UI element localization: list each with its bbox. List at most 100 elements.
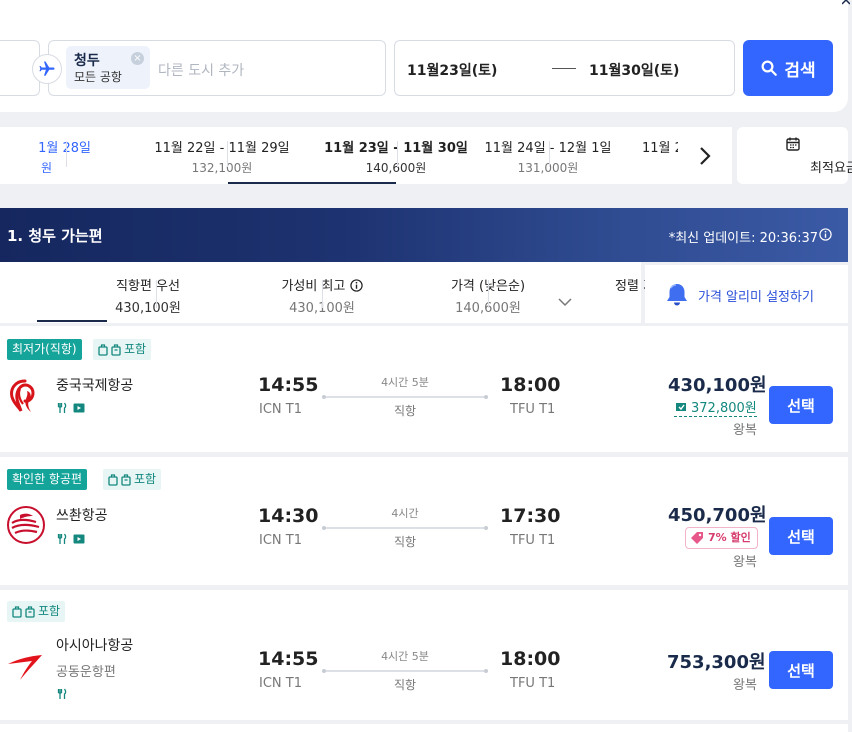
next-dates-button[interactable]	[678, 127, 732, 184]
remove-city-icon[interactable]: ×	[131, 52, 144, 65]
tab-divider	[549, 141, 550, 167]
date-separator	[552, 68, 576, 69]
viewed-flight-badge: 확인한 항공편	[7, 469, 88, 490]
chevron-right-icon	[700, 146, 711, 165]
roundtrip-label: 왕복	[733, 555, 757, 570]
arrival-time: 17:30	[500, 505, 561, 527]
select-label: 선택	[787, 527, 815, 546]
flight-card-peek	[0, 724, 848, 732]
search-icon	[761, 60, 778, 76]
carry-on-bag-icon	[12, 605, 22, 618]
add-city-input[interactable]: 다른 도시 추가	[158, 60, 244, 80]
cheapest-fare-button[interactable]: 최적요금 찾기	[737, 127, 852, 184]
flight-path-line	[322, 669, 488, 673]
member-price-value: 372,800원	[691, 401, 757, 416]
baggage-label: 포함	[134, 472, 157, 486]
calendar-icon	[786, 137, 800, 151]
airline-name: 쓰촨항공	[56, 508, 108, 524]
baggage-label: 포함	[38, 604, 61, 618]
sichuan-airlines-logo	[7, 506, 45, 544]
outbound-banner: 1. 청두 가는편 *최신 업데이트: 20:36:37	[0, 208, 848, 262]
depart-date[interactable]: 11월23일(토)	[407, 60, 497, 80]
arrival-time: 18:00	[500, 374, 561, 396]
meal-icon	[57, 688, 67, 699]
select-button[interactable]: 선택	[769, 517, 833, 555]
date-tabs: 1월 28일 원 11월 22일 - 11월 29일 132,100원 11월 …	[0, 127, 732, 184]
fare-price: 753,300원	[667, 652, 766, 673]
date-tab-2[interactable]: 11월 23일 - 11월 30일 140,600원	[228, 127, 468, 184]
info-icon[interactable]	[819, 228, 832, 241]
sort-criteria-dropdown[interactable]: 정렬 기준	[488, 262, 667, 323]
banner-title: 1. 청두 가는편	[7, 227, 103, 245]
select-label: 선택	[787, 661, 815, 680]
sort-divider	[156, 280, 157, 308]
arrival-time: 18:00	[500, 648, 561, 670]
select-label: 선택	[787, 396, 815, 415]
flight-card[interactable]: 최저가(직항) 포함 중국국제항공 14:55 ICN T1 4시간 5분 직항…	[0, 326, 848, 452]
carry-on-bag-icon	[108, 473, 118, 486]
departure-airport: ICN T1	[259, 676, 302, 691]
departure-time: 14:30	[258, 505, 319, 527]
codeshare-label: 공동운항편	[56, 665, 116, 680]
departure-airport: ICN T1	[259, 402, 302, 417]
select-button[interactable]: 선택	[769, 651, 833, 689]
cheapest-fare-label: 최적요금 찾기	[810, 161, 852, 176]
flight-card[interactable]: 확인한 항공편 포함 쓰촨항공 14:30 ICN T1 4시간 직항 17:3…	[0, 457, 848, 585]
corner-chevron-icon	[842, 0, 850, 5]
airline-name: 중국국제항공	[56, 378, 134, 394]
member-tag-icon	[676, 402, 686, 411]
price-alert-button[interactable]: 가격 알리미 설정하기	[645, 265, 848, 323]
flight-card[interactable]: 포함 아시아나항공 공동운항편 14:55 ICN T1 4시간 5분 직항 1…	[0, 590, 848, 720]
bell-icon	[667, 284, 687, 306]
amenities	[57, 688, 67, 700]
flight-duration: 4시간 5분	[381, 376, 429, 389]
date-tab-0[interactable]: 1월 28일 원	[0, 127, 91, 184]
member-price[interactable]: 372,800원	[674, 397, 757, 417]
meal-icon	[57, 533, 67, 544]
baggage-included-chip: 포함	[7, 601, 66, 622]
baggage-included-chip: 포함	[103, 469, 162, 490]
sort-bar: 직항편 우선 430,100원 가성비 최고 430,100원 가격 (낮은순)…	[0, 262, 667, 323]
select-button[interactable]: 선택	[769, 386, 833, 424]
destination-chip[interactable]: 청두 모든 공항 ×	[66, 46, 150, 89]
entertainment-icon	[73, 403, 85, 413]
arrival-airport: TFU T1	[510, 533, 556, 548]
checked-bag-icon	[121, 473, 131, 486]
flight-path-line	[322, 395, 488, 399]
chevron-down-icon	[558, 298, 572, 307]
fare-price: 450,700원	[668, 505, 767, 526]
search-label: 검색	[784, 60, 816, 81]
sort-direct-first[interactable]: 직항편 우선 430,100원	[0, 262, 181, 323]
sort-divider	[488, 280, 489, 308]
search-button[interactable]: 검색	[743, 40, 833, 96]
stops-label: 직항	[393, 535, 417, 549]
plane-icon	[32, 54, 62, 84]
amenities	[57, 533, 85, 545]
date-tab-3[interactable]: 11월 24일 - 12월 1일 131,000원	[398, 127, 612, 184]
departure-time: 14:55	[258, 648, 319, 670]
baggage-label: 포함	[124, 342, 147, 356]
price-alert-label: 가격 알리미 설정하기	[698, 290, 814, 305]
departure-airport: ICN T1	[259, 533, 302, 548]
baggage-included-chip: 포함	[93, 339, 152, 360]
discount-badge: 7% 할인	[685, 527, 758, 549]
airline-name: 아시아나항공	[56, 638, 134, 654]
asiana-logo	[8, 655, 42, 680]
sort-price-low[interactable]: 가격 (낮은순) 140,600원	[322, 262, 525, 323]
return-date[interactable]: 11월30일(토)	[589, 60, 679, 80]
sort-best-value[interactable]: 가성비 최고 430,100원	[158, 262, 363, 323]
amenities	[57, 402, 85, 414]
date-tab-1[interactable]: 11월 22일 - 11월 29일 132,100원	[72, 127, 289, 184]
meal-icon	[57, 402, 67, 413]
last-update: *최신 업데이트: 20:36:37	[668, 231, 818, 246]
checked-bag-icon	[111, 343, 121, 356]
fare-price: 430,100원	[668, 375, 767, 396]
flight-duration: 4시간	[391, 507, 419, 520]
destination-city: 청두	[74, 53, 100, 69]
entertainment-icon	[73, 534, 85, 544]
flight-path-line	[322, 526, 488, 530]
lowest-direct-badge: 최저가(직항)	[7, 339, 82, 360]
checked-bag-icon	[25, 605, 35, 618]
arrival-airport: TFU T1	[510, 676, 556, 691]
carry-on-bag-icon	[98, 343, 108, 356]
